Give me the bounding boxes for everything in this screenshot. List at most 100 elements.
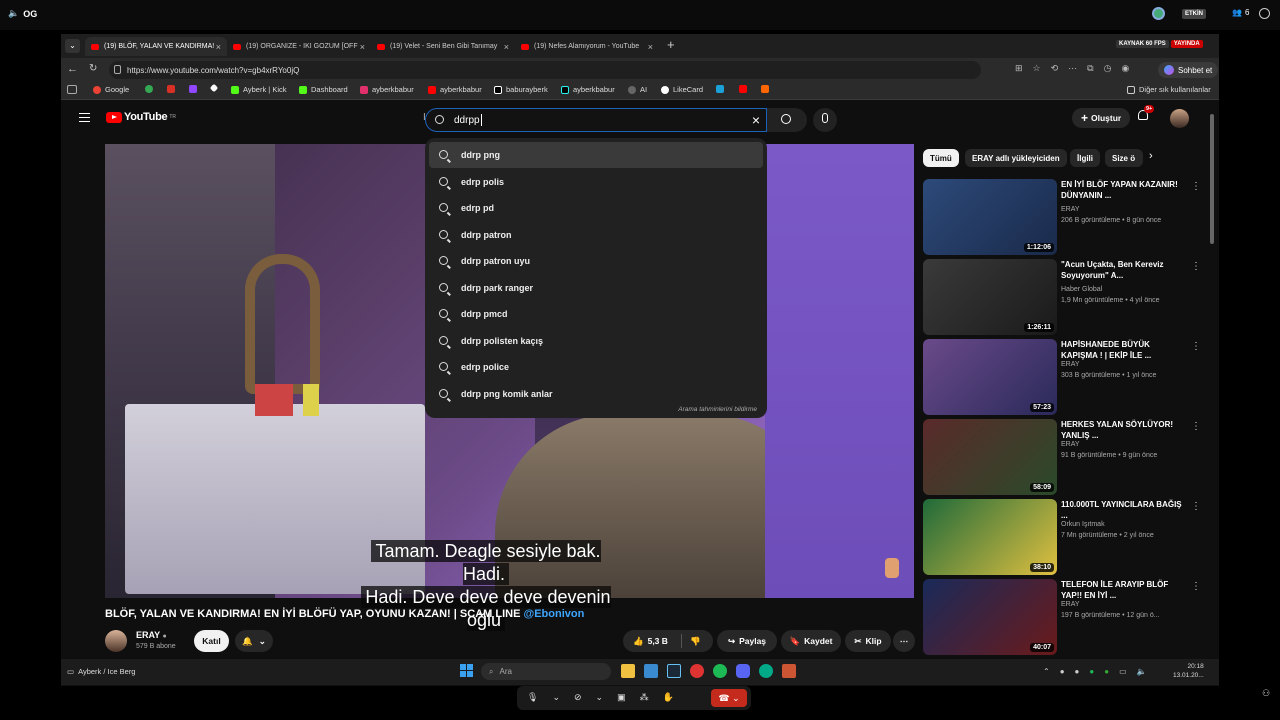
extensions-icon[interactable]: ⊞ xyxy=(1015,63,1023,74)
page-scrollbar[interactable] xyxy=(1210,114,1214,244)
recommendation-channel[interactable]: Haber Global xyxy=(1061,286,1102,293)
bookmark-instagram[interactable]: ayberkbabur xyxy=(360,85,414,94)
chat-bubble-icon[interactable] xyxy=(1259,8,1270,19)
clip-button[interactable]: ✂ Klip xyxy=(845,630,891,652)
more-icon[interactable]: ⋮ xyxy=(1191,501,1201,512)
obs-icon[interactable] xyxy=(782,664,796,678)
close-icon[interactable]: × xyxy=(216,42,221,52)
menu-icon[interactable] xyxy=(79,113,90,122)
more-icon[interactable]: ⋮ xyxy=(1191,181,1201,192)
create-button[interactable]: + Oluştur xyxy=(1072,108,1131,128)
windows-start-icon[interactable] xyxy=(460,664,474,678)
search-button[interactable] xyxy=(767,108,807,132)
audio-indicator[interactable]: 🔈 OG xyxy=(8,8,37,19)
chevron-down-icon[interactable]: ⌄ xyxy=(596,692,604,703)
recommendation-channel[interactable]: ERAY xyxy=(1061,361,1080,368)
more-icon[interactable]: ⋮ xyxy=(1191,261,1201,272)
video-thumbnail[interactable]: 1:26:11 xyxy=(923,259,1057,335)
bookmark-2[interactable] xyxy=(145,85,157,93)
like-button[interactable]: 👍 5,3 B xyxy=(633,636,668,647)
search-input[interactable]: ddrpp × xyxy=(425,108,767,132)
recommendation-item[interactable]: 58:09 HERKES YALAN SÖYLÜYOR! YANLIŞ ... … xyxy=(923,419,1213,495)
recommendation-title[interactable]: TELEFON İLE ARAYIP BLÖF YAP!! EN İYİ ... xyxy=(1061,579,1187,601)
video-thumbnail[interactable]: 38:10 xyxy=(923,499,1057,575)
voice-search-button[interactable] xyxy=(813,108,837,132)
avatar[interactable] xyxy=(1170,109,1189,128)
chip-for-you[interactable]: Size ö xyxy=(1105,149,1143,167)
clear-search-icon[interactable]: × xyxy=(752,112,760,128)
video-thumbnail[interactable]: 40:07 xyxy=(923,579,1057,655)
title-mention-link[interactable]: @Ebonivon xyxy=(523,608,584,620)
subscription-bell-button[interactable]: 🔔 ⌄ xyxy=(235,630,273,652)
suggestion-item[interactable]: ddrp png komik anlar xyxy=(429,381,763,407)
volume-icon[interactable]: 🔈 xyxy=(1137,667,1147,676)
suggestion-item[interactable]: ddrp png xyxy=(429,142,763,168)
history-icon[interactable]: ◷ xyxy=(1104,63,1112,74)
new-tab-button[interactable]: + xyxy=(667,37,675,52)
raise-hand-icon[interactable]: ✋ xyxy=(663,692,674,703)
clock[interactable]: 20:18 13.01.20... xyxy=(1173,662,1204,680)
profile-icon[interactable]: ◉ xyxy=(1121,63,1129,74)
channel-name[interactable]: ERAY ● xyxy=(136,630,167,640)
youtube-logo[interactable]: YouTube TR xyxy=(106,111,176,123)
bookmark-4[interactable] xyxy=(189,85,201,93)
notification-bell-icon[interactable]: 9+ xyxy=(1138,105,1155,122)
recommendation-channel[interactable]: ERAY xyxy=(1061,441,1080,448)
reading-view-icon[interactable] xyxy=(67,85,77,94)
tab-2[interactable]: (19) ORGANIZE - IKI GOZUM [OFF × xyxy=(227,37,371,56)
bookmark-x[interactable]: baburayberk xyxy=(494,85,548,94)
tab-4[interactable]: (19) Nefes Alamıyorum - YouTube × xyxy=(515,37,659,56)
edge-icon[interactable] xyxy=(759,664,773,678)
split-icon[interactable]: ⧉ xyxy=(1087,63,1093,74)
recommendation-channel[interactable]: ERAY xyxy=(1061,601,1080,608)
suggestion-item[interactable]: edrp pd xyxy=(429,195,763,221)
close-icon[interactable]: × xyxy=(648,42,653,52)
apps-icon[interactable]: ⁂ xyxy=(640,692,649,703)
tab-1[interactable]: (19) BLÖF, YALAN VE KANDIRMA! × xyxy=(85,37,227,56)
tray-app-icon[interactable]: ● xyxy=(1060,667,1065,676)
other-bookmarks[interactable]: Diğer sık kullanılanlar xyxy=(1127,85,1211,94)
video-thumbnail[interactable]: 1:12:06 xyxy=(923,179,1057,255)
recommendation-item[interactable]: 38:10 110.000TL YAYINCILARA BAĞIŞ ... Or… xyxy=(923,499,1213,575)
tab-3[interactable]: (19) Velet - Seni Ben Gibi Tanımay × xyxy=(371,37,515,56)
url-field[interactable]: https://www.youtube.com/watch?v=gb4xrRYo… xyxy=(109,61,981,79)
video-thumbnail[interactable]: 57:23 xyxy=(923,339,1057,415)
back-arrow-icon[interactable]: ← xyxy=(67,63,78,75)
chip-uploader[interactable]: ERAY adlı yükleyiciden xyxy=(965,149,1067,167)
copilot-chat-button[interactable]: Sohbet et xyxy=(1158,62,1219,78)
join-button[interactable]: Katıl xyxy=(194,630,229,652)
photos-icon[interactable] xyxy=(644,664,658,678)
recommendation-item[interactable]: 57:23 HAPİSHANEDE BÜYÜK KAPIŞMA ! | EKİP… xyxy=(923,339,1213,415)
suggestion-item[interactable]: ddrp patron xyxy=(429,222,763,248)
bookmark-5[interactable] xyxy=(209,83,221,93)
suggestion-item[interactable]: ddrp polisten kaçış xyxy=(429,328,763,354)
recommendation-title[interactable]: EN İYİ BLÖF YAPAN KAZANIR! DÜNYANIN ... xyxy=(1061,179,1187,201)
chevron-down-icon[interactable]: ⌄ xyxy=(552,692,560,703)
suggestion-item[interactable]: edrp police xyxy=(429,354,763,380)
share-button[interactable]: ↪ Paylaş xyxy=(717,630,777,652)
suggestion-item[interactable]: ddrp pmcd xyxy=(429,301,763,327)
recommendation-item[interactable]: 40:07 TELEFON İLE ARAYIP BLÖF YAP!! EN İ… xyxy=(923,579,1213,655)
network-icon[interactable]: ▭ xyxy=(1119,667,1127,676)
channel-avatar[interactable] xyxy=(105,630,127,652)
reload-icon[interactable]: ↻ xyxy=(89,63,97,74)
close-icon[interactable]: × xyxy=(504,42,509,52)
tray-app-icon[interactable]: ● xyxy=(1089,667,1094,676)
recommendation-channel[interactable]: Orkun Işıtmak xyxy=(1061,521,1105,528)
report-predictions-link[interactable]: Arama tahminlerini bildirme xyxy=(678,406,757,413)
bookmark-google[interactable]: Google xyxy=(93,85,129,94)
more-icon[interactable]: ⋯ xyxy=(1068,63,1077,74)
globe-icon[interactable] xyxy=(1152,7,1165,20)
bookmark-15[interactable] xyxy=(739,85,751,93)
microphone-icon[interactable]: 🎙 xyxy=(527,692,538,703)
tab-list-button[interactable]: ⌄ xyxy=(65,39,80,53)
favorites-icon[interactable]: ☆ xyxy=(1033,63,1041,74)
suggestion-item[interactable]: edrp polis xyxy=(429,169,763,195)
microphone-icon[interactable]: ● xyxy=(1104,667,1109,676)
more-icon[interactable]: ⋮ xyxy=(1191,421,1201,432)
more-actions-button[interactable]: ⋯ xyxy=(893,630,915,652)
bookmark-3[interactable] xyxy=(167,85,179,93)
thumbs-down-icon[interactable]: 👎 xyxy=(690,636,701,647)
chip-all[interactable]: Tümü xyxy=(923,149,959,167)
spotify-icon[interactable] xyxy=(713,664,727,678)
